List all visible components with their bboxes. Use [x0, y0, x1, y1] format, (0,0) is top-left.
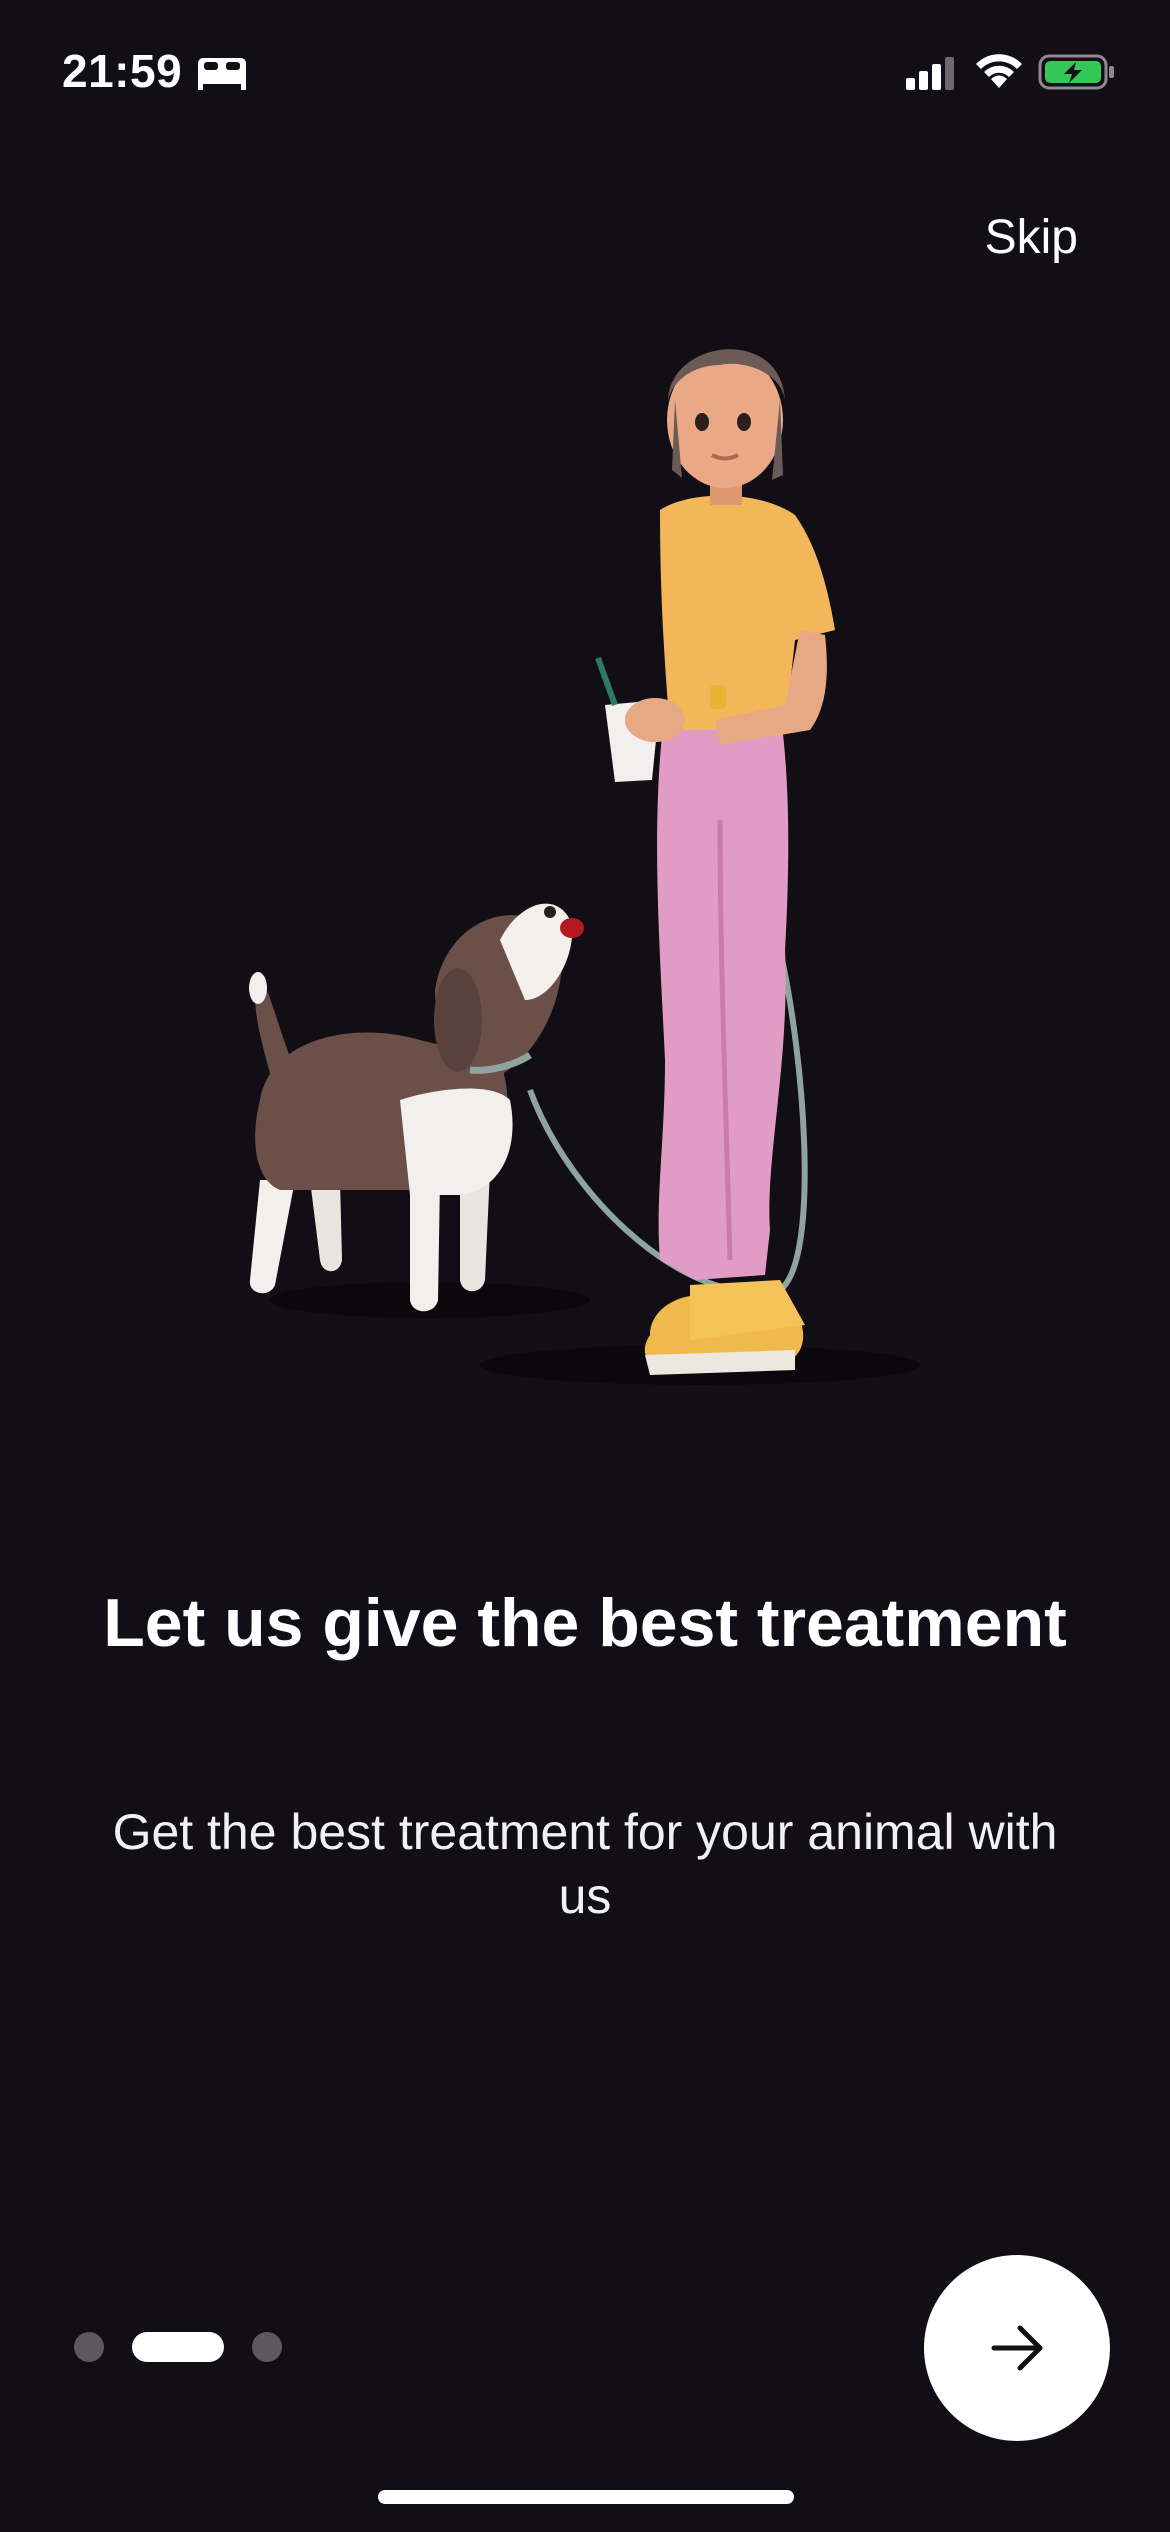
home-indicator[interactable]	[378, 2490, 794, 2504]
arrow-right-icon	[991, 2325, 1043, 2371]
onboarding-subtitle: Get the best treatment for your animal w…	[112, 1804, 1058, 1924]
page-dot-1[interactable]	[74, 2332, 104, 2362]
page-dot-2-active[interactable]	[132, 2332, 224, 2362]
status-time: 21:59	[62, 45, 183, 97]
page-dot-3[interactable]	[252, 2332, 282, 2362]
skip-button[interactable]: Skip	[985, 210, 1078, 265]
battery-charging-icon	[1038, 54, 1114, 90]
onboarding-illustration	[249, 349, 920, 1385]
onboarding-title: Let us give the best treatment	[103, 1585, 1067, 1661]
cellular-signal-icon	[906, 57, 954, 90]
woman-figure	[595, 349, 835, 1375]
status-bar: 21:59	[0, 0, 1170, 150]
illustration-shadow	[270, 1282, 920, 1385]
next-button[interactable]	[924, 2255, 1110, 2441]
page-indicator	[74, 2332, 282, 2362]
bed-icon	[198, 58, 246, 90]
wifi-icon	[976, 54, 1022, 88]
